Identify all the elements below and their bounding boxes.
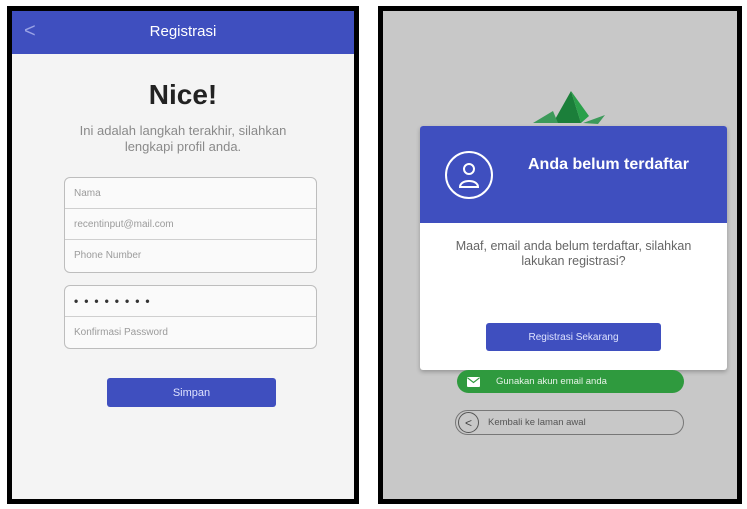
password-field-group: •••••••• Konfirmasi Password — [64, 285, 317, 349]
name-placeholder: Nama — [74, 187, 101, 199]
password-value: •••••••• — [74, 294, 156, 308]
save-button[interactable]: Simpan — [107, 378, 276, 407]
phone-field[interactable]: Phone Number — [65, 240, 316, 271]
email-login-label: Gunakan akun email anda — [496, 376, 607, 387]
back-to-home-button[interactable]: < Kembali ke laman awal — [455, 410, 684, 435]
header-title: Registrasi — [149, 23, 217, 40]
back-to-home-label: Kembali ke laman awal — [488, 417, 586, 428]
back-arrow-icon: < — [458, 412, 479, 433]
header-bar: < Registrasi — [12, 11, 354, 54]
confirm-password-placeholder: Konfirmasi Password — [74, 327, 168, 338]
user-icon — [445, 151, 493, 199]
phone-placeholder: Phone Number — [74, 250, 142, 261]
name-field[interactable]: Nama — [65, 178, 316, 209]
not-registered-dialog: Anda belum terdaftar Maaf, email anda be… — [420, 126, 727, 370]
dialog-title: Anda belum terdaftar — [528, 156, 689, 173]
profile-field-group: Nama recentinput@mail.com Phone Number — [64, 177, 317, 273]
registration-screen: < Registrasi Nice! Ini adalah langkah te… — [7, 6, 359, 504]
email-login-button[interactable]: Gunakan akun email anda — [457, 370, 684, 393]
mail-icon — [467, 376, 480, 387]
email-field[interactable]: recentinput@mail.com — [65, 209, 316, 240]
dialog-header: Anda belum terdaftar — [420, 126, 727, 223]
unregistered-screen: Anda belum terdaftar Maaf, email anda be… — [378, 6, 742, 504]
leaf-logo-icon — [533, 91, 605, 124]
page-subtitle: Ini adalah langkah terakhir, silahkan le… — [79, 123, 287, 154]
confirm-password-field[interactable]: Konfirmasi Password — [65, 317, 316, 348]
dialog-message: Maaf, email anda belum terdaftar, silahk… — [455, 239, 692, 268]
page-heading: Nice! — [148, 79, 218, 110]
password-field[interactable]: •••••••• — [65, 286, 316, 317]
register-now-button[interactable]: Registrasi Sekarang — [486, 323, 661, 351]
email-placeholder: recentinput@mail.com — [74, 218, 174, 230]
